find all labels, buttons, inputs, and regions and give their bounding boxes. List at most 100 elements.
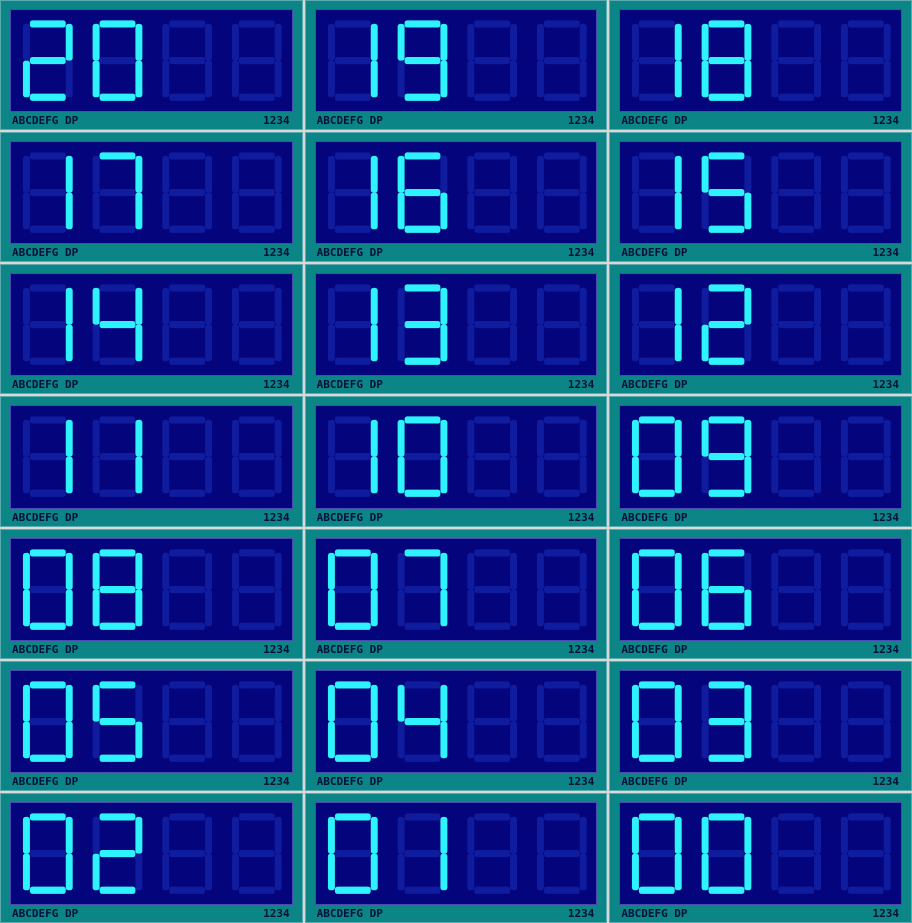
segment-g-off	[473, 717, 510, 725]
segment-c-off	[274, 456, 282, 494]
digit-pins-label: 1234	[567, 114, 595, 128]
segment-b-on	[744, 23, 752, 61]
lcd-screen: 12	[619, 273, 902, 377]
segment-a-off	[169, 152, 206, 160]
segment-g-off	[639, 56, 676, 65]
digit-3	[466, 20, 517, 101]
segment-digits: 08	[22, 548, 282, 630]
segment-d-on	[708, 886, 745, 894]
segment-d-off	[778, 490, 815, 498]
segment-a-off	[238, 152, 275, 160]
segment-c-off	[814, 456, 822, 494]
segment-a-off	[639, 20, 676, 28]
segment-d-on	[404, 225, 441, 233]
segment-a-on	[404, 20, 441, 28]
digit-pins-label: 1234	[567, 510, 595, 524]
segment-d-on	[708, 357, 745, 366]
segment-b-off	[205, 552, 213, 590]
digit-2	[92, 813, 143, 894]
digit-1	[632, 813, 683, 894]
segment-a-off	[238, 548, 275, 557]
pin-caption: ABCDEFG DP 1234	[621, 114, 899, 127]
segment-a-on	[639, 813, 676, 821]
segment-a-on	[99, 681, 136, 689]
segment-g-off	[334, 585, 371, 593]
digit-4	[841, 152, 892, 233]
segment-f-off	[466, 816, 474, 854]
segment-g-on	[404, 189, 441, 197]
segment-f-off	[841, 23, 849, 61]
segment-f-off	[536, 23, 544, 61]
segment-pins-label: ABCDEFG DP	[316, 906, 383, 920]
segment-d-off	[848, 490, 885, 498]
digit-4	[841, 681, 892, 762]
segment-a-on	[639, 416, 676, 424]
digit-2	[92, 548, 143, 630]
seven-segment-panel: 05 ABCDEFG DP 1234	[0, 660, 303, 791]
segment-digits: 17	[22, 152, 282, 233]
segment-b-on	[135, 552, 143, 590]
digit-4	[231, 548, 282, 630]
segment-g-off	[848, 849, 885, 858]
digit-1	[22, 548, 73, 630]
segment-e-on	[22, 60, 30, 98]
segment-g-off	[238, 56, 275, 65]
segment-g-off	[238, 585, 275, 593]
pin-caption: ABCDEFG DP 1234	[621, 907, 899, 920]
segment-b-off	[884, 23, 892, 61]
segment-e-off	[162, 589, 170, 626]
segment-g-off	[778, 321, 815, 329]
digit-1	[632, 152, 683, 233]
segment-g-off	[99, 453, 136, 461]
segment-g-off	[848, 56, 885, 65]
segment-a-off	[778, 416, 815, 424]
segment-g-off	[334, 717, 371, 725]
digit-2	[92, 284, 143, 366]
segment-e-on	[701, 589, 709, 626]
segment-c-on	[135, 456, 143, 494]
segment-b-off	[274, 156, 282, 193]
segment-e-off	[92, 192, 100, 230]
segment-c-off	[274, 853, 282, 891]
digit-1	[632, 416, 683, 498]
segment-b-off	[884, 420, 892, 457]
segment-d-off	[238, 225, 275, 233]
digit-pins-label: 1234	[263, 378, 290, 392]
segment-g-on	[99, 585, 136, 593]
segment-a-off	[543, 284, 580, 292]
display-grid: 20 ABCDEFG DP 1234 19 ABCDEFG DP 1234 18…	[0, 0, 912, 923]
segment-a-on	[99, 813, 136, 821]
segment-b-off	[274, 288, 282, 325]
segment-g-off	[778, 453, 815, 461]
segment-g-off	[848, 717, 885, 725]
digit-3	[162, 416, 213, 498]
segment-a-off	[169, 548, 206, 557]
digit-2	[92, 416, 143, 498]
segment-f-off	[466, 288, 474, 325]
segment-e-off	[466, 324, 474, 362]
segment-g-off	[543, 321, 580, 329]
segment-g-off	[639, 453, 676, 461]
segment-e-off	[701, 192, 709, 230]
segment-f-off	[466, 552, 474, 590]
digit-pins-label: 1234	[872, 642, 899, 656]
segment-e-off	[466, 60, 474, 98]
segment-c-on	[744, 853, 752, 891]
segment-digits: 12	[632, 284, 892, 366]
segment-digits: 13	[327, 284, 587, 366]
lcd-screen: 15	[619, 141, 902, 245]
segment-d-on	[404, 93, 441, 101]
segment-g-off	[334, 453, 371, 461]
segment-c-on	[744, 721, 752, 758]
segment-b-off	[509, 23, 517, 61]
segment-b-off	[814, 156, 822, 193]
segment-a-off	[334, 20, 371, 28]
segment-b-off	[509, 816, 517, 854]
segment-f-on	[701, 552, 709, 590]
segment-b-on	[370, 23, 378, 61]
segment-f-off	[841, 420, 849, 457]
segment-b-off	[205, 23, 213, 61]
segment-f-off	[536, 156, 544, 193]
segment-g-off	[169, 717, 206, 725]
lcd-screen: 08	[10, 537, 293, 641]
